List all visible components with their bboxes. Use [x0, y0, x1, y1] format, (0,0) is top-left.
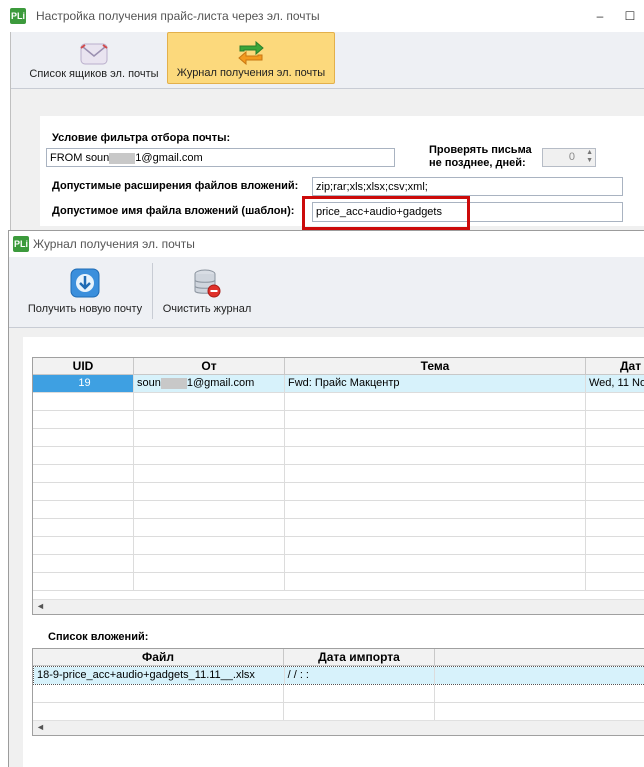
col-import-date[interactable]: Дата импорта [284, 649, 435, 665]
journal-window: PLi Журнал получения эл. почты Получить … [8, 230, 644, 767]
get-mail-button[interactable]: Получить новую почту [19, 261, 151, 315]
settings-titlebar: PLi Настройка получения прайс-листа чере… [0, 0, 644, 33]
settings-ribbon: Список ящиков эл. почты Журнал получения… [10, 32, 644, 89]
cell-from: soun 1@gmail.com [134, 375, 285, 392]
extensions-input[interactable]: zip;rar;xls;xlsx;csv;xml; [312, 177, 623, 196]
app-icon: PLi [10, 8, 26, 24]
table-row [33, 465, 644, 483]
database-delete-icon [194, 269, 221, 298]
sync-arrows-icon [238, 40, 264, 66]
table-row [33, 393, 644, 411]
cell-file: 18-9-price_acc+audio+gadgets_11.11__.xls… [34, 667, 285, 684]
journal-label: Журнал получения эл. почты [176, 67, 326, 79]
scroll-left-icon[interactable]: ◄ [36, 722, 45, 732]
journal-window-title: Журнал получения эл. почты [33, 237, 195, 251]
table-row [33, 483, 644, 501]
attachments-grid-scrollbar[interactable]: ◄ [33, 720, 644, 735]
table-row [33, 573, 644, 591]
clear-journal-button[interactable]: Очистить журнал [159, 261, 255, 315]
table-row [33, 429, 644, 447]
check-days-value: 0 [568, 151, 575, 163]
attachments-grid-header: Файл Дата импорта [33, 649, 644, 666]
maximize-button[interactable]: ☐ [620, 8, 640, 24]
check-days-spinner[interactable]: 0 ▲ ▼ [542, 148, 596, 167]
spinner-arrows-icon[interactable]: ▲ ▼ [586, 149, 593, 165]
col-uid[interactable]: UID [33, 358, 134, 374]
envelope-icon [80, 43, 108, 65]
col-file[interactable]: Файл [33, 649, 284, 665]
extensions-label: Допустимые расширения файлов вложений: [52, 180, 299, 192]
table-row [33, 519, 644, 537]
minimize-button[interactable]: – [590, 8, 610, 24]
cell-date: Wed, 11 No [586, 375, 644, 392]
attachments-label: Список вложений: [48, 631, 149, 643]
check-days-label-1: Проверять письма [429, 144, 532, 156]
table-row [33, 501, 644, 519]
table-row [33, 555, 644, 573]
mailboxes-label: Список ящиков эл. почты [29, 68, 159, 80]
table-row [33, 685, 644, 703]
journal-toolbar: Получить новую почту Очистить журнал [9, 257, 644, 328]
filter-input[interactable]: FROM soun 1@gmail.com [46, 148, 395, 167]
journal-app-icon: PLi [13, 236, 29, 252]
get-mail-label: Получить новую почту [27, 303, 143, 315]
scroll-left-icon[interactable]: ◄ [36, 601, 45, 611]
cell-subject: Fwd: Прайс Макцентр [285, 375, 586, 392]
cell-import-date: / / : : [284, 667, 436, 684]
table-row [33, 537, 644, 555]
settings-window-title: Настройка получения прайс-листа через эл… [36, 9, 320, 23]
mailboxes-button[interactable]: Список ящиков эл. почты [24, 34, 164, 84]
highlight-box [302, 196, 470, 230]
mail-grid-scrollbar[interactable]: ◄ [33, 599, 644, 614]
table-row [33, 411, 644, 429]
cell-uid: 19 [33, 375, 134, 392]
attachments-grid[interactable]: Файл Дата импорта 18-9-price_acc+audio+g… [32, 648, 644, 736]
filename-label: Допустимое имя файла вложений (шаблон): [52, 205, 295, 217]
check-days-label-2: не позднее, дней: [429, 157, 526, 169]
redaction-mask [160, 377, 187, 389]
background-window-edge [0, 32, 11, 240]
table-row[interactable]: 19 soun 1@gmail.com Fwd: Прайс Макцентр W… [33, 375, 644, 393]
mail-grid[interactable]: UID От Тема Дат 19 soun 1@gmail.com Fwd: … [32, 357, 644, 615]
journal-button[interactable]: Журнал получения эл. почты [167, 32, 335, 84]
col-date[interactable]: Дат [586, 358, 644, 374]
mail-grid-header: UID От Тема Дат [33, 358, 644, 375]
col-from[interactable]: От [134, 358, 285, 374]
table-row [33, 447, 644, 465]
table-row [33, 703, 644, 721]
toolbar-divider [152, 263, 153, 319]
settings-window: PLi Настройка получения прайс-листа чере… [0, 0, 644, 240]
table-row[interactable]: 18-9-price_acc+audio+gadgets_11.11__.xls… [33, 666, 644, 685]
col-subject[interactable]: Тема [285, 358, 586, 374]
filter-label: Условие фильтра отбора почты: [52, 132, 231, 144]
journal-titlebar: PLi Журнал получения эл. почты [9, 231, 644, 257]
download-icon [70, 268, 100, 298]
redaction-mask [109, 152, 136, 164]
clear-journal-label: Очистить журнал [162, 303, 252, 315]
